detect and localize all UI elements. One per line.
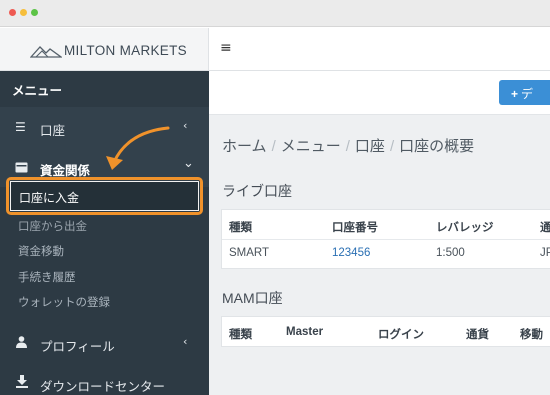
sidebar: MILTON MARKETS メニュー ☰ 口座 ‹ 資金関係 ⌄ 口座に入金 … xyxy=(0,28,209,395)
maximize-window-button[interactable] xyxy=(31,9,38,16)
sidebar-item-label: 口座 xyxy=(40,124,66,138)
plus-icon: + xyxy=(511,87,519,101)
table-header: 通 xyxy=(540,222,550,234)
sidebar-subitem-history[interactable]: 手続き履歴 xyxy=(18,269,76,285)
table-header: ログイン xyxy=(378,329,424,341)
table-header: 移動 xyxy=(520,329,543,341)
top-bar: ≡ xyxy=(209,28,550,71)
hamburger-icon[interactable]: ≡ xyxy=(220,40,232,56)
main-content: ≡ + デ ホーム / メニュー / 口座 / 口座の概要 ライブ口座 種類 口座番号 レバレ… xyxy=(209,28,550,395)
app-window: MILTON MARKETS メニュー ☰ 口座 ‹ 資金関係 ⌄ 口座に入金 … xyxy=(0,0,550,395)
chevron-down-icon: ⌄ xyxy=(183,156,194,171)
mountain-logo-icon xyxy=(30,46,62,58)
live-accounts-title: ライブ口座 xyxy=(222,183,292,199)
brand-header[interactable]: MILTON MARKETS xyxy=(0,28,209,71)
account-type-cell: SMART xyxy=(229,247,270,259)
account-number-link[interactable]: 123456 xyxy=(332,247,370,259)
breadcrumb: ホーム / メニュー / 口座 / 口座の概要 xyxy=(222,135,474,156)
live-accounts-table: 種類 口座番号 レバレッジ 通 SMART 123456 1:500 JP xyxy=(221,209,550,269)
sidebar-subitem-label: 口座に入金 xyxy=(19,191,80,205)
table-header: 通貨 xyxy=(466,329,489,341)
breadcrumb-menu[interactable]: メニュー xyxy=(281,138,341,155)
sidebar-item-label: プロフィール xyxy=(40,340,115,354)
action-bar: + デ xyxy=(209,71,550,115)
table-header: レバレッジ xyxy=(436,222,494,234)
list-icon: ☰ xyxy=(15,120,26,134)
breadcrumb-separator: / xyxy=(345,138,350,155)
breadcrumb-separator: / xyxy=(389,138,395,155)
title-bar xyxy=(0,0,550,27)
deposit-button[interactable]: + デ xyxy=(499,80,550,105)
sidebar-subitem-transfer[interactable]: 資金移動 xyxy=(18,243,64,259)
chevron-left-icon: ‹ xyxy=(183,119,188,132)
row-divider xyxy=(222,239,550,240)
breadcrumb-home[interactable]: ホーム xyxy=(222,138,267,155)
chevron-left-icon: ‹ xyxy=(183,335,188,348)
sidebar-item-download[interactable]: ダウンロードセンター xyxy=(0,363,209,395)
sidebar-item-account[interactable]: ☰ 口座 ‹ xyxy=(0,107,209,147)
mam-accounts-table: 種類 Master ログイン 通貨 移動 xyxy=(221,316,550,347)
breadcrumb-account[interactable]: 口座 xyxy=(355,138,385,155)
breadcrumb-current: 口座の概要 xyxy=(399,138,475,155)
table-header: 種類 xyxy=(229,222,252,234)
leverage-cell: 1:500 xyxy=(436,247,465,259)
brand-name: MILTON MARKETS xyxy=(64,43,187,58)
minimize-window-button[interactable] xyxy=(20,9,27,16)
menu-title: メニュー xyxy=(12,84,63,98)
user-icon xyxy=(16,336,27,348)
sidebar-item-label: ダウンロードセンター xyxy=(40,380,166,394)
mam-accounts-title: MAM口座 xyxy=(222,290,283,306)
sidebar-subitem-wallet[interactable]: ウォレットの登録 xyxy=(18,294,110,310)
sidebar-item-profile[interactable]: プロフィール ‹ xyxy=(0,323,209,363)
close-window-button[interactable] xyxy=(9,9,16,16)
download-icon xyxy=(16,375,28,388)
deposit-button-label: デ xyxy=(521,87,534,101)
wallet-icon xyxy=(15,162,28,173)
table-header: 口座番号 xyxy=(332,222,378,234)
currency-cell: JP xyxy=(540,247,550,259)
table-header: Master xyxy=(286,326,324,338)
table-header: 種類 xyxy=(229,329,252,341)
breadcrumb-separator: / xyxy=(271,138,276,155)
sidebar-subitem-withdraw[interactable]: 口座から出金 xyxy=(18,218,87,234)
